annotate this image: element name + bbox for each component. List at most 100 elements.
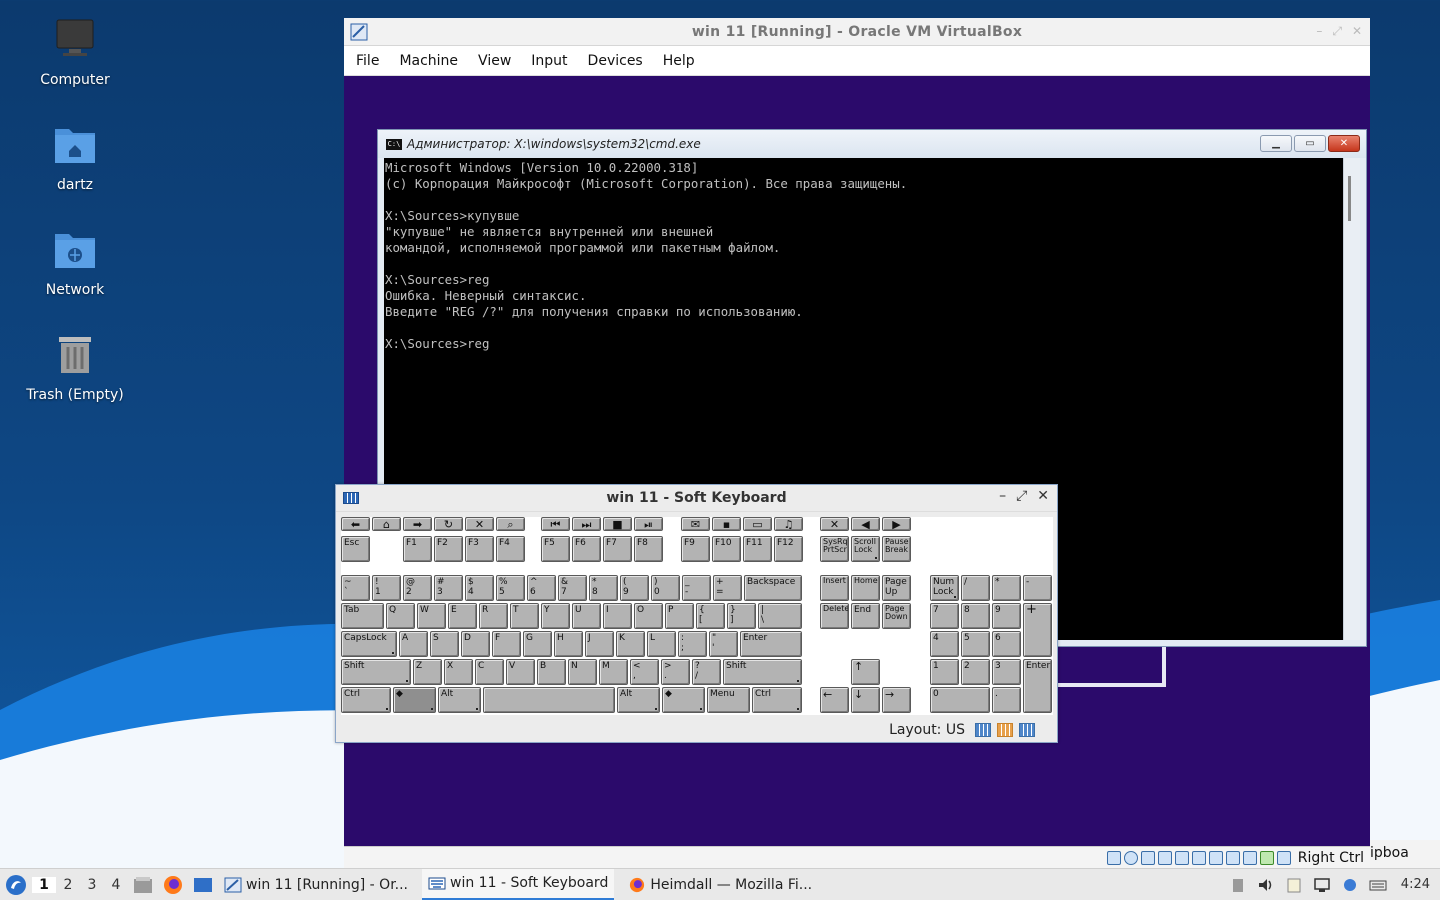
- key-i[interactable]: I: [603, 603, 632, 629]
- key-9[interactable]: (9: [620, 575, 649, 601]
- key-5[interactable]: % 5: [496, 575, 525, 601]
- key-num-decimal[interactable]: .: [992, 687, 1021, 713]
- key-arrow-up[interactable]: ↑: [851, 659, 880, 685]
- soft-keyboard-titlebar[interactable]: win 11 - Soft Keyboard – ⤢ ✕: [336, 485, 1057, 512]
- launcher-desktop[interactable]: [190, 872, 216, 898]
- key-f10[interactable]: F10: [712, 536, 741, 562]
- key-0[interactable]: ) 0: [651, 575, 680, 601]
- key-capslock[interactable]: CapsLock: [341, 631, 397, 657]
- key-end[interactable]: End: [851, 603, 880, 629]
- shared-folders-icon[interactable]: [1191, 850, 1206, 865]
- workspace-3[interactable]: 3: [80, 877, 104, 893]
- key-c[interactable]: C: [475, 659, 504, 685]
- key-num-1[interactable]: 1: [930, 659, 959, 685]
- key-menu[interactable]: Menu: [707, 687, 750, 713]
- menu-machine[interactable]: Machine: [391, 53, 466, 69]
- maximize-icon[interactable]: ⤢: [1332, 24, 1342, 39]
- key-pause-break[interactable]: Pause Break: [882, 536, 911, 562]
- clipboard-icon[interactable]: [1285, 877, 1303, 893]
- key-browser-search[interactable]: ⌕: [496, 517, 525, 531]
- key-k[interactable]: K: [616, 631, 645, 657]
- layout-editor-icon[interactable]: [975, 723, 991, 737]
- key-num-lock[interactable]: Num Lock: [930, 575, 959, 601]
- key-calculator[interactable]: ▪: [712, 517, 741, 531]
- key-media-prev[interactable]: ⏮: [541, 517, 570, 531]
- key-right-ctrl[interactable]: Ctrl: [752, 687, 802, 713]
- key-home[interactable]: Home: [851, 575, 880, 601]
- menu-input[interactable]: Input: [523, 53, 575, 69]
- key-semicolon[interactable]: :;: [678, 631, 707, 657]
- audio-icon[interactable]: [1140, 850, 1155, 865]
- key-z[interactable]: Z: [413, 659, 442, 685]
- key-6[interactable]: ^ 6: [527, 575, 556, 601]
- key-media-stop[interactable]: ■: [603, 517, 632, 531]
- keyboard-layout-icon[interactable]: [1369, 877, 1387, 893]
- key-e[interactable]: E: [448, 603, 477, 629]
- key-q[interactable]: Q: [386, 603, 415, 629]
- close-icon[interactable]: ✕: [1352, 24, 1362, 39]
- cmd-close-button[interactable]: ✕: [1328, 135, 1360, 152]
- key-num-7[interactable]: 7: [930, 603, 959, 629]
- desktop-icon-home-folder[interactable]: dartz: [10, 123, 140, 193]
- key-media-select[interactable]: ♫: [774, 517, 803, 531]
- display-icon[interactable]: [1208, 850, 1223, 865]
- key-f11[interactable]: F11: [743, 536, 772, 562]
- key-page-up[interactable]: Page Up: [882, 575, 911, 601]
- key-f9[interactable]: F9: [681, 536, 710, 562]
- key-f5[interactable]: F5: [541, 536, 570, 562]
- key-4[interactable]: $4: [465, 575, 494, 601]
- clock[interactable]: 4:24: [1401, 877, 1430, 892]
- key-left-ctrl[interactable]: Ctrl: [341, 687, 391, 713]
- key-g[interactable]: G: [523, 631, 552, 657]
- key-num-minus[interactable]: -: [1023, 575, 1052, 601]
- key-2[interactable]: @2: [403, 575, 432, 601]
- key-scroll-lock[interactable]: Scroll Lock: [851, 536, 880, 562]
- key-num-0[interactable]: 0: [930, 687, 990, 713]
- key-n[interactable]: N: [568, 659, 597, 685]
- key-1[interactable]: ! 1: [372, 575, 401, 601]
- key-num-plus[interactable]: +: [1023, 603, 1052, 657]
- key-space[interactable]: [483, 687, 615, 713]
- key-u[interactable]: U: [572, 603, 601, 629]
- key-comma[interactable]: <,: [630, 659, 659, 685]
- keyboard-settings-icon[interactable]: [1019, 723, 1035, 737]
- key-t[interactable]: T: [510, 603, 539, 629]
- hard-disk-icon[interactable]: [1106, 850, 1121, 865]
- task-firefox[interactable]: Heimdall — Mozilla Fi...: [622, 869, 818, 900]
- key-mute[interactable]: ✕: [820, 517, 849, 531]
- key-enter[interactable]: Enter: [740, 631, 802, 657]
- menu-view[interactable]: View: [470, 53, 519, 69]
- key-w[interactable]: W: [417, 603, 446, 629]
- key-num-8[interactable]: 8: [961, 603, 990, 629]
- key-backslash[interactable]: | \: [758, 603, 802, 629]
- key-f4[interactable]: F4: [496, 536, 525, 562]
- key-f12[interactable]: F12: [774, 536, 803, 562]
- keyboard-capture-icon[interactable]: [1276, 850, 1291, 865]
- key-r[interactable]: R: [479, 603, 508, 629]
- key-right-shift[interactable]: Shift: [723, 659, 802, 685]
- key-backtick[interactable]: ~ `: [341, 575, 370, 601]
- key-f7[interactable]: F7: [603, 536, 632, 562]
- key-num-5[interactable]: 5: [961, 631, 990, 657]
- menu-devices[interactable]: Devices: [580, 53, 651, 69]
- key-arrow-right[interactable]: →: [882, 687, 911, 713]
- key-delete[interactable]: Delete: [820, 603, 849, 629]
- key-f3[interactable]: F3: [465, 536, 494, 562]
- cmd-minimize-button[interactable]: ▁: [1260, 135, 1292, 152]
- key-num-enter[interactable]: Enter: [1023, 659, 1052, 713]
- key-minus[interactable]: _ -: [682, 575, 711, 601]
- key-num-3[interactable]: 3: [992, 659, 1021, 685]
- key-num-4[interactable]: 4: [930, 631, 959, 657]
- task-soft-keyboard[interactable]: win 11 - Soft Keyboard: [422, 868, 615, 900]
- color-theme-icon[interactable]: [997, 723, 1013, 737]
- start-menu-button[interactable]: [0, 869, 32, 900]
- key-esc[interactable]: Esc: [341, 536, 370, 562]
- desktop-icon-computer[interactable]: Computer: [10, 18, 140, 88]
- key-quote[interactable]: " ': [709, 631, 738, 657]
- key-f6[interactable]: F6: [572, 536, 601, 562]
- key-left-alt[interactable]: Alt: [438, 687, 481, 713]
- launcher-file-manager[interactable]: [130, 872, 156, 898]
- key-num-9[interactable]: 9: [992, 603, 1021, 629]
- key-num-multiply[interactable]: *: [992, 575, 1021, 601]
- key-7[interactable]: & 7: [558, 575, 587, 601]
